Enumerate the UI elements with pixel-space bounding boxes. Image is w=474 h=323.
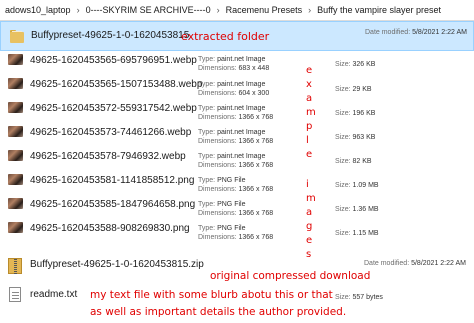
- file-meta: Type: paint.net Image Dimensions: 1366 x…: [198, 105, 274, 121]
- breadcrumb-item-laptop[interactable]: adows10_laptop: [3, 5, 73, 15]
- file-meta: Type: paint.net Image Dimensions: 1366 x…: [198, 129, 274, 145]
- file-row[interactable]: 49625-1620453578-7946932.webp Type: pain…: [0, 148, 474, 172]
- file-row[interactable]: 49625-1620453585-1847964658.png Type: PN…: [0, 196, 474, 220]
- annotation-letter: e: [306, 235, 313, 246]
- file-name: 49625-1620453578-7946932.webp: [30, 151, 186, 162]
- annotation-letter: m: [306, 107, 316, 118]
- file-size: Size: 963 KB: [335, 134, 376, 141]
- file-meta: Type: paint.net Image Dimensions: 604 x …: [198, 81, 270, 97]
- file-name: readme.txt: [30, 289, 78, 300]
- image-thumbnail: [8, 102, 23, 113]
- file-row[interactable]: 49625-1620453565-695796951.webp Type: pa…: [0, 52, 474, 76]
- file-row[interactable]: 49625-1620453572-559317542.webp Type: pa…: [0, 100, 474, 124]
- file-size: Size: 326 KB: [335, 61, 376, 68]
- breadcrumb-label: Racemenu Presets: [225, 5, 303, 15]
- file-name: 49625-1620453585-1847964658.png: [30, 199, 196, 210]
- file-list: Buffypreset-49625-1-0-1620453815 extract…: [0, 21, 474, 323]
- breadcrumb: adows10_laptop › 0----SKYRIM SE ARCHIVE-…: [0, 0, 474, 21]
- file-name: 49625-1620453588-908269830.png: [30, 223, 190, 234]
- breadcrumb-item-skyrim-archive[interactable]: 0----SKYRIM SE ARCHIVE----0: [84, 5, 213, 15]
- annotation-letter: p: [306, 121, 313, 132]
- file-row[interactable]: 49625-1620453581-1141858512.png Type: PN…: [0, 172, 474, 196]
- folder-icon: [10, 29, 24, 44]
- file-meta: Type: PNG File Dimensions: 1366 x 768: [198, 201, 274, 217]
- breadcrumb-label: Buffy the vampire slayer preset: [317, 5, 442, 15]
- file-name: 49625-1620453581-1141858512.png: [30, 175, 195, 186]
- file-size: Size: 196 KB: [335, 110, 376, 117]
- annotation-letter: a: [306, 207, 313, 218]
- text-file-icon: [9, 287, 21, 302]
- file-size: Size: 557 bytes: [335, 294, 383, 301]
- breadcrumb-label: 0----SKYRIM SE ARCHIVE----0: [85, 5, 211, 15]
- annotation-letter: m: [306, 193, 316, 204]
- image-thumbnail: [8, 54, 23, 65]
- annotation-letter: a: [306, 93, 313, 104]
- chevron-right-icon[interactable]: ›: [304, 5, 315, 15]
- annotation-letter: i: [306, 179, 309, 190]
- file-meta: Type: PNG File Dimensions: 1366 x 768: [198, 225, 274, 241]
- breadcrumb-item-racemenu-presets[interactable]: Racemenu Presets: [224, 5, 305, 15]
- file-date: Date modified: 5/8/2021 2:22 AM: [364, 260, 466, 267]
- file-name: 49625-1620453565-1507153488.webp: [30, 79, 203, 90]
- file-name: Buffypreset-49625-1-0-1620453815: [31, 30, 190, 41]
- annotation-letter: x: [306, 79, 312, 90]
- image-thumbnail: [8, 78, 23, 89]
- file-name: 49625-1620453572-559317542.webp: [30, 103, 197, 114]
- file-name: 49625-1620453565-695796951.webp: [30, 55, 197, 66]
- breadcrumb-label: adows10_laptop: [5, 5, 71, 15]
- breadcrumb-item-buffy-preset[interactable]: Buffy the vampire slayer preset: [315, 5, 443, 15]
- file-meta: Type: paint.net Image Dimensions: 683 x …: [198, 56, 270, 72]
- file-meta: Type: paint.net Image Dimensions: 1366 x…: [198, 153, 274, 169]
- annotation-readme-line1: my text file with some blurb abotu this …: [90, 289, 333, 301]
- annotation-readme-line2: as well as important details the author …: [90, 306, 347, 318]
- annotation-letter: l: [306, 135, 309, 146]
- zip-archive-icon: [8, 258, 22, 274]
- file-size: Size: 29 KB: [335, 86, 372, 93]
- file-size: Size: 1.36 MB: [335, 206, 379, 213]
- file-meta: Type: PNG File Dimensions: 1366 x 768: [198, 177, 274, 193]
- chevron-right-icon[interactable]: ›: [73, 5, 84, 15]
- file-date: Date modified: 5/8/2021 2:22 AM: [365, 29, 467, 36]
- annotation-letter: s: [306, 249, 312, 260]
- file-row-folder[interactable]: Buffypreset-49625-1-0-1620453815 extract…: [0, 21, 474, 51]
- file-size: Size: 1.09 MB: [335, 182, 379, 189]
- file-name: Buffypreset-49625-1-0-1620453815.zip: [30, 259, 204, 270]
- file-row[interactable]: 49625-1620453565-1507153488.webp Type: p…: [0, 76, 474, 100]
- image-thumbnail: [8, 222, 23, 233]
- annotation-extracted-folder: extracted folder: [181, 30, 270, 43]
- file-row[interactable]: 49625-1620453573-74461266.webp Type: pai…: [0, 124, 474, 148]
- image-thumbnail: [8, 174, 23, 185]
- annotation-letter: e: [306, 149, 313, 160]
- annotation-letter: e: [306, 65, 313, 76]
- image-thumbnail: [8, 150, 23, 161]
- file-size: Size: 1.15 MB: [335, 230, 379, 237]
- image-thumbnail: [8, 198, 23, 209]
- annotation-compressed-download: original compressed download: [210, 270, 371, 282]
- file-name: 49625-1620453573-74461266.webp: [30, 127, 192, 138]
- file-size: Size: 82 KB: [335, 158, 372, 165]
- file-row[interactable]: 49625-1620453588-908269830.png Type: PNG…: [0, 220, 474, 244]
- annotation-letter: g: [306, 221, 313, 232]
- image-thumbnail: [8, 126, 23, 137]
- chevron-right-icon[interactable]: ›: [213, 5, 224, 15]
